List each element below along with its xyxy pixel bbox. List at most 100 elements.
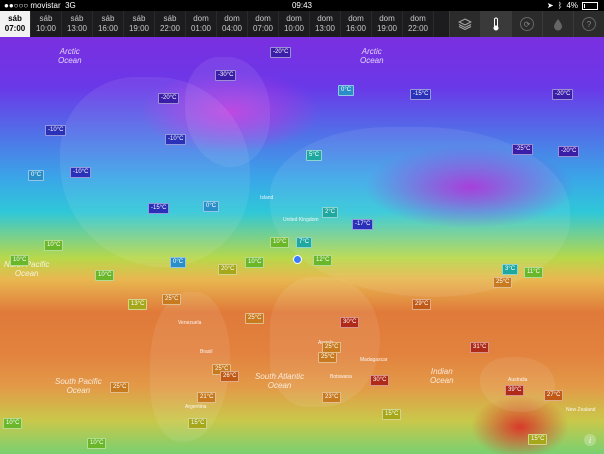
info-button[interactable]: i <box>584 434 596 446</box>
place-label: Venezuela <box>178 320 202 326</box>
temperature-label: 10°C <box>95 270 115 281</box>
temperature-label: 12°C <box>313 255 333 266</box>
time-slot[interactable]: dom 01:00 <box>186 11 217 37</box>
time-slot[interactable]: sáb 16:00 <box>93 11 124 37</box>
time-slot[interactable]: dom 19:00 <box>372 11 403 37</box>
place-label: Australia <box>508 377 528 383</box>
time-slots: sáb 07:00 sáb 10:00 sáb 13:00 sáb 16:00 sáb 19:00… <box>0 11 434 37</box>
ocean-label-south-pacific: South Pacific Ocean <box>55 377 102 395</box>
place-label: Botswana <box>330 374 352 380</box>
temperature-label: 25°C <box>162 294 182 305</box>
time-slot-day: sáb <box>101 14 115 23</box>
time-slot-hour: 19:00 <box>376 24 398 33</box>
temperature-label: 10°C <box>87 438 107 449</box>
time-slot-hour: 13:00 <box>314 24 336 33</box>
thermometer-icon <box>493 17 499 31</box>
temperature-label: 15°C <box>528 434 548 445</box>
time-slot[interactable]: sáb 10:00 <box>31 11 62 37</box>
temperature-label: 7°C <box>296 237 313 248</box>
time-slot-day: sáb <box>163 14 177 23</box>
temperature-label: 2°C <box>322 207 339 218</box>
precipitation-button[interactable] <box>542 11 573 37</box>
wind-button[interactable]: ⟳ <box>511 11 542 37</box>
place-label: Madagascar <box>360 357 388 363</box>
status-bar: ●●○○○ movistar 3G 09:43 ➤ ᛒ 4% <box>0 0 604 11</box>
temperature-label: 0°C <box>338 85 355 96</box>
temperature-label: 25°C <box>318 352 338 363</box>
temperature-label: 10°C <box>10 255 30 266</box>
time-slot[interactable]: dom 07:00 <box>248 11 279 37</box>
temperature-label: 27°C <box>544 390 564 401</box>
time-slot-day: dom <box>224 14 240 23</box>
temperature-label: 10°C <box>245 257 265 268</box>
temperature-label: -25°C <box>512 144 534 155</box>
location-arrow-icon: ➤ <box>546 1 554 10</box>
temperature-label: 25°C <box>493 277 513 288</box>
clock: 09:43 <box>291 1 313 10</box>
temperature-label: 5°C <box>306 150 323 161</box>
weather-map[interactable]: Arctic Ocean Arctic Ocean North Pacific … <box>0 37 604 454</box>
place-label: New Zealand <box>566 407 596 413</box>
temperature-label: 11°C <box>524 267 543 278</box>
time-slot[interactable]: dom 10:00 <box>279 11 310 37</box>
temperature-label: -15°C <box>410 89 432 100</box>
wind-icon: ⟳ <box>520 17 534 31</box>
temperature-label: 26°C <box>220 371 240 382</box>
time-slot-day: sáb <box>70 14 84 23</box>
place-label: Brasil <box>200 349 213 355</box>
temperature-label: 30°C <box>370 375 390 386</box>
ocean-label-south-atlantic: South Atlantic Ocean <box>255 372 305 390</box>
time-slot-hour: 22:00 <box>159 24 181 33</box>
temperature-label: 0°C <box>203 201 220 212</box>
time-slot-day: dom <box>193 14 209 23</box>
temperature-label: 10°C <box>3 418 23 429</box>
temperature-label: -20°C <box>158 93 180 104</box>
place-label: Argentina <box>185 404 207 410</box>
time-slot[interactable]: dom 16:00 <box>341 11 372 37</box>
help-button[interactable]: ? <box>573 11 604 37</box>
time-slot-day: sáb <box>8 14 22 23</box>
time-slot-day: sáb <box>132 14 146 23</box>
time-slot[interactable]: sáb 07:00 <box>0 11 31 37</box>
time-slot-hour: 07:00 <box>252 24 274 33</box>
temperature-label: 0°C <box>170 257 187 268</box>
toolbar: ⟳ ? <box>449 11 604 37</box>
time-slot-hour: 22:00 <box>407 24 429 33</box>
time-slot[interactable]: dom 22:00 <box>403 11 434 37</box>
bluetooth-icon: ᛒ <box>557 1 563 10</box>
time-slot-hour: 16:00 <box>345 24 367 33</box>
time-slot-day: dom <box>348 14 364 23</box>
drop-icon <box>554 18 562 30</box>
temperature-label: -17°C <box>352 219 374 230</box>
temperature-label: 23°C <box>322 392 342 403</box>
temperature-label: 30°C <box>340 317 360 328</box>
ocean-label-arctic-right: Arctic Ocean <box>360 47 384 65</box>
temperature-label: 31°C <box>470 342 490 353</box>
status-right: ➤ ᛒ 4% <box>547 0 598 11</box>
help-icon: ? <box>582 17 596 31</box>
time-slot-hour: 04:00 <box>221 24 243 33</box>
temperature-label: -20°C <box>552 89 574 100</box>
current-location-marker[interactable] <box>293 255 302 264</box>
time-slot[interactable]: dom 13:00 <box>310 11 341 37</box>
time-slot[interactable]: sáb 13:00 <box>62 11 93 37</box>
temperature-label: 20°C <box>218 264 238 275</box>
temperature-label: 13°C <box>128 299 148 310</box>
temperature-label: -10°C <box>45 125 67 136</box>
ocean-label-indian: Indian Ocean <box>430 367 454 385</box>
time-slot[interactable]: sáb 22:00 <box>155 11 186 37</box>
time-slot[interactable]: dom 04:00 <box>217 11 248 37</box>
time-slot-day: sáb <box>39 14 53 23</box>
temperature-label: 21°C <box>197 392 217 403</box>
temperature-label: -20°C <box>558 146 580 157</box>
temperature-button[interactable] <box>480 11 511 37</box>
time-slot[interactable]: sáb 19:00 <box>124 11 155 37</box>
battery-icon <box>582 1 598 10</box>
timeline-bar: sáb 07:00 sáb 10:00 sáb 13:00 sáb 16:00 sáb 19:00… <box>0 11 604 37</box>
layers-button[interactable] <box>449 11 480 37</box>
temperature-label: 15°C <box>188 418 208 429</box>
time-slot-hour: 07:00 <box>4 24 26 33</box>
temperature-label: 0°C <box>28 170 45 181</box>
temperature-label: 15°C <box>382 409 402 420</box>
place-label: Island <box>260 195 274 201</box>
